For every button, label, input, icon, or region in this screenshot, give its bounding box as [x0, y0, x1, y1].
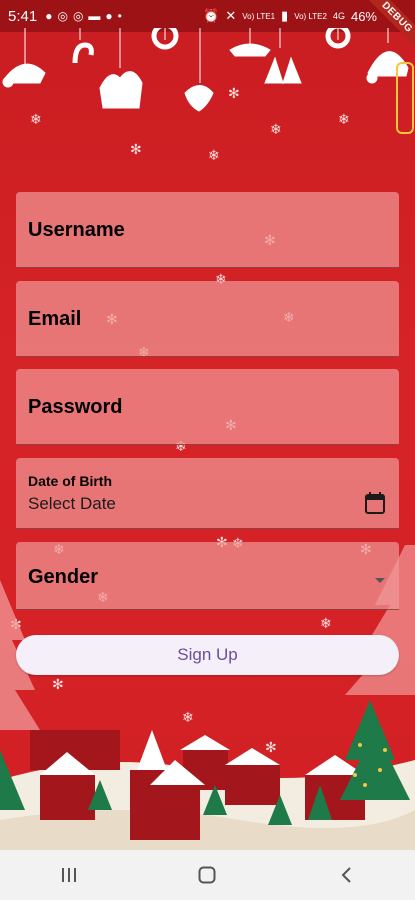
network-1: Vo) LTE1 — [242, 11, 276, 21]
recents-button[interactable] — [49, 860, 89, 890]
back-icon — [341, 867, 351, 883]
chat-icon: ● — [105, 9, 113, 23]
calendar-icon[interactable] — [365, 492, 385, 514]
gender-field[interactable]: Gender — [16, 542, 399, 610]
system-navigation-bar — [0, 850, 415, 900]
username-label: Username — [28, 219, 125, 241]
back-button[interactable] — [326, 860, 366, 890]
message-icon: ▬ — [88, 9, 101, 23]
status-right: ⏰ ✕ Vo) LTE1 ▮ Vo) LTE2 4G 46% — [203, 8, 407, 24]
network-2: Vo) LTE2 — [294, 11, 327, 21]
snowflake-icon: ❄ — [208, 147, 220, 163]
password-field[interactable]: Password — [16, 369, 399, 445]
spotify-icon: ● — [45, 9, 53, 23]
recents-icon — [62, 868, 77, 882]
date-of-birth-label: Date of Birth — [28, 473, 112, 489]
hanging-ornaments — [2, 28, 414, 134]
status-time: 5:41 — [8, 7, 38, 25]
mute-icon: ✕ — [225, 8, 237, 23]
home-icon — [198, 866, 216, 884]
gender-label: Gender — [28, 566, 99, 588]
snowflake-icon: ❄ — [320, 615, 332, 631]
network-type: 4G — [332, 11, 345, 21]
instagram-icon: ◎ — [72, 9, 84, 23]
instagram-icon: ◎ — [57, 9, 68, 23]
snowflake-icon: ✻ — [52, 676, 64, 692]
snowflake-icon: ❄ — [338, 111, 350, 127]
date-of-birth-field[interactable]: Date of Birth Select Date — [16, 458, 399, 529]
email-field[interactable]: Email — [16, 281, 399, 357]
date-of-birth-value: Select Date — [28, 494, 116, 513]
sign-up-button[interactable]: Sign Up — [16, 635, 399, 675]
snowflake-icon: ✻ — [130, 141, 142, 157]
signal-icon: ▮ — [281, 8, 289, 23]
battery-level: 46% — [350, 8, 377, 24]
home-button[interactable] — [187, 860, 227, 890]
username-field[interactable]: Username — [16, 192, 399, 268]
christmas-village-illustration — [0, 700, 415, 850]
password-label: Password — [28, 396, 123, 418]
screen: 5:41 ● ◎ ◎ ▬ ● • ⏰ ✕ Vo) LTE1 ▮ Vo) LTE2… — [0, 0, 415, 900]
dot-icon: • — [117, 9, 122, 23]
snowflake-icon: ❄ — [30, 111, 42, 127]
notification-icons: ● ◎ ◎ ▬ ● • — [45, 9, 122, 23]
alarm-icon: ⏰ — [203, 8, 220, 23]
snowflake-icon: ❄ — [270, 121, 282, 137]
dropdown-arrow-icon[interactable] — [375, 578, 385, 583]
snowflake-icon: ✻ — [228, 85, 240, 101]
email-label: Email — [28, 308, 82, 330]
